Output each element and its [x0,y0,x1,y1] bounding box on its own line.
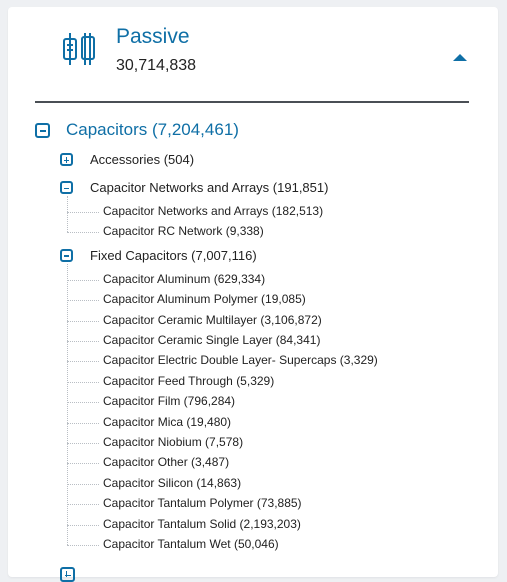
subcategory-link[interactable]: Capacitor Networks and Arrays (182,513) [103,204,323,218]
tree-connector [67,341,99,342]
tree-connector [67,361,99,363]
subcategory-link[interactable]: Capacitor Ceramic Multilayer (3,106,872) [103,313,322,327]
tree-connector [67,402,99,404]
expand-subgroup-icon[interactable] [60,153,73,166]
category-card: Passive 30,714,838 Capacitors (7,204,461… [8,7,498,582]
tree-connector [67,212,99,213]
toggle-bar-horizontal [64,187,69,190]
subcategory-link[interactable]: Capacitor Other (3,487) [103,455,229,469]
tree-guide-line [67,196,68,233]
collapse-capacitors-icon[interactable] [35,123,50,138]
tree-connector [67,232,99,234]
subcategory-link[interactable]: Capacitor Aluminum (629,334) [103,272,265,286]
tree-connector [67,524,99,526]
toggle-bar-vertical [65,571,68,578]
toggle-bar-vertical [65,157,68,163]
subcategory-link[interactable]: Capacitor Electric Double Layer- Superca… [103,353,378,367]
tree-connector [67,443,99,444]
subgroup-label[interactable]: Fixed Capacitors (7,007,116) [90,248,257,263]
header-divider [35,101,469,103]
toggle-bar-horizontal [64,255,69,257]
passive-components-icon [63,33,95,65]
chevron-up-icon[interactable] [452,51,468,63]
subcategory-link[interactable]: Capacitor Aluminum Polymer (19,085) [103,292,306,306]
category-title[interactable]: Passive [116,25,190,49]
collapse-subgroup-icon[interactable] [60,181,73,194]
subcategory-link[interactable]: Capacitor RC Network (9,338) [103,224,264,238]
subcategory-link[interactable]: Capacitor Silicon (14,863) [103,476,241,490]
collapse-subgroup-icon[interactable] [60,248,73,262]
subcategory-link[interactable]: Capacitor Niobium (7,578) [103,435,243,449]
tree-connector [67,320,99,322]
subcategory-link[interactable]: Capacitor Tantalum Polymer (73,885) [103,496,302,510]
subcategory-link[interactable]: Capacitor Tantalum Solid (2,193,203) [103,517,301,531]
tree-connector [67,504,99,506]
tree-guide-line [67,263,68,545]
tree-connector [67,483,99,485]
category-header: Passive 30,714,838 [8,7,498,103]
tree-connector [67,381,99,383]
subcategory-link[interactable]: Capacitor Mica (19,480) [103,415,231,429]
category-count: 30,714,838 [116,57,197,74]
tree-connector [67,463,99,465]
tree-connector [67,545,99,546]
tree-connector [67,279,99,281]
tree-connector [67,300,99,302]
toggle-bar-horizontal [39,130,46,132]
expand-next-group-icon[interactable] [60,567,75,582]
subgroup-label[interactable]: Accessories (504) [90,152,194,167]
subcategory-link[interactable]: Capacitor Tantalum Wet (50,046) [103,537,279,551]
subcategory-link[interactable]: Capacitor Film (796,284) [103,394,235,408]
subcategory-link[interactable]: Capacitor Ceramic Single Layer (84,341) [103,333,320,347]
group-label-capacitors[interactable]: Capacitors (7,204,461) [66,120,239,140]
tree-connector [67,422,99,424]
subgroup-label[interactable]: Capacitor Networks and Arrays (191,851) [90,180,328,195]
subcategory-link[interactable]: Capacitor Feed Through (5,329) [103,374,274,388]
